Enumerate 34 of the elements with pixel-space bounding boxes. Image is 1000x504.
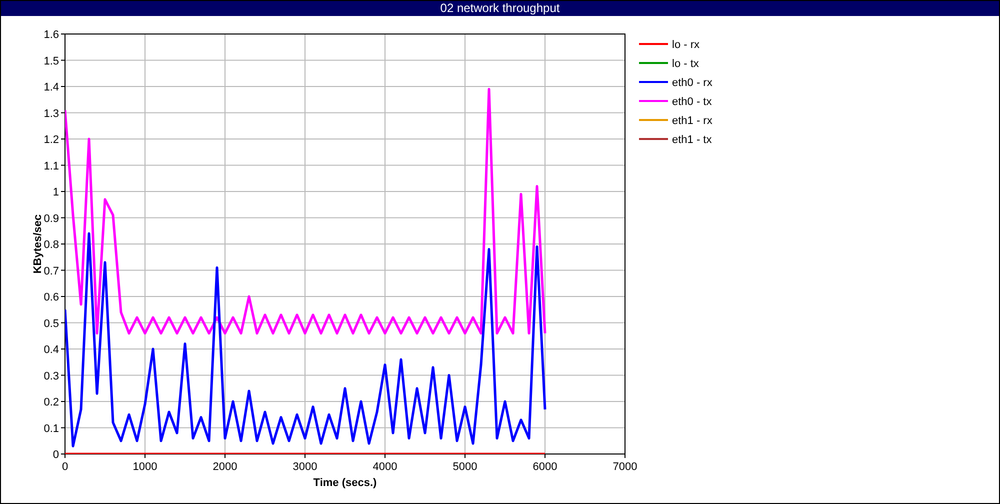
- tick-label: 0.2: [44, 396, 59, 408]
- tick-label: 1.3: [44, 108, 59, 120]
- tick-label: 0.6: [44, 292, 59, 304]
- axis-title: KBytes/sec: [32, 214, 44, 274]
- legend-label: eth1 - tx: [672, 134, 712, 146]
- legend-label: lo - tx: [672, 58, 699, 70]
- legend-label: eth0 - tx: [672, 96, 712, 108]
- legend-label: lo - rx: [672, 39, 700, 51]
- tick-label: 1: [52, 186, 59, 198]
- tick-label: 1.2: [44, 134, 59, 146]
- tick-label: 6000: [532, 461, 558, 473]
- tick-label: 1.6: [44, 29, 59, 41]
- tick-label: 0.5: [44, 318, 59, 330]
- axis-title: Time (secs.): [313, 477, 377, 489]
- tick-label: 0.4: [44, 344, 59, 356]
- legend-label: eth1 - rx: [672, 115, 712, 127]
- tick-label: 0.9: [44, 212, 59, 225]
- tick-label: 0: [52, 449, 59, 461]
- tick-label: 1.4: [44, 82, 59, 94]
- tick-label: 0.3: [44, 370, 59, 382]
- legend-label: eth0 - rx: [672, 77, 712, 89]
- tick-label: 2000: [212, 461, 238, 473]
- tick-label: 1.5: [44, 55, 59, 68]
- tick-label: 0.1: [44, 422, 59, 435]
- tick-label: 4000: [372, 461, 398, 473]
- tick-label: 0.7: [44, 265, 59, 278]
- tick-label: 1.1: [44, 160, 59, 172]
- tick-label: 0.8: [44, 239, 59, 251]
- tick-label: 1000: [132, 461, 158, 473]
- window-title: 02 network throughput: [1, 1, 999, 16]
- tick-label: 3000: [292, 461, 318, 473]
- tick-label: 0: [62, 461, 68, 473]
- tick-label: 5000: [452, 461, 478, 473]
- tick-label: 7000: [612, 461, 638, 473]
